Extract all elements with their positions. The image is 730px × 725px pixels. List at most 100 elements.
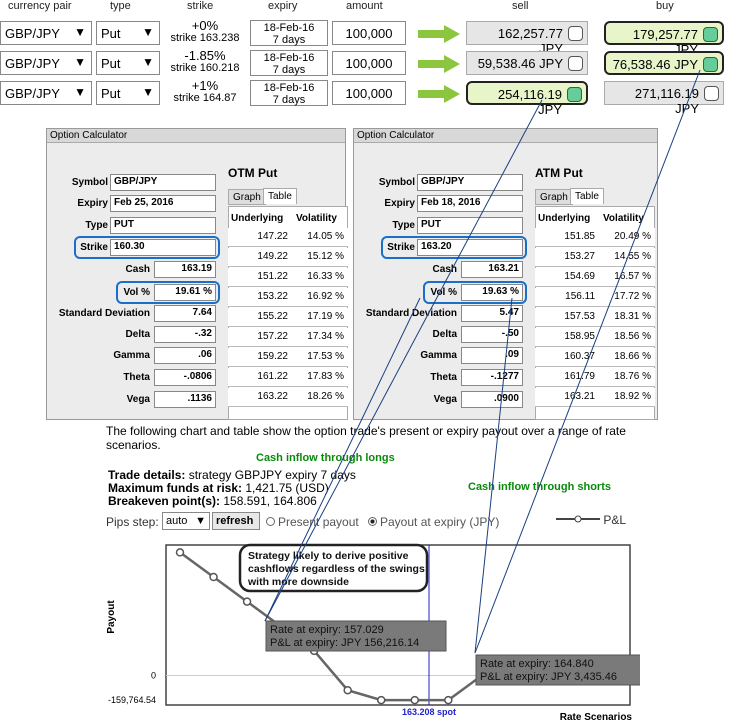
present-payout-radio[interactable]: Present payout [266,515,359,529]
amount-input[interactable]: 100,000 [332,21,406,45]
tab-graph[interactable]: Graph [228,189,266,205]
gamma-field[interactable]: .06 [154,347,216,364]
intro-text: The following chart and table show the o… [106,424,626,452]
col-currency-pair: currency pair [8,0,72,12]
sell-price[interactable]: 254,116.19 JPY [466,81,588,117]
gamma-field[interactable]: .09 [461,347,523,364]
sell-price[interactable]: 162,257.77 JPY [466,21,588,56]
cash-label: Cash [125,264,150,275]
buy-checkbox[interactable] [703,57,718,72]
annotation-text: with more downside [247,576,349,588]
buy-price[interactable]: 271,116.19 JPY [604,81,724,116]
vol-highlight [116,281,220,304]
table-row: 153.27 14.55 % [535,248,655,267]
spot-label: 163.208 spot [402,707,456,717]
delta-label: Delta [125,329,150,340]
col-amount: amount [346,0,383,12]
strike-highlight [381,236,527,259]
symbol-label: Symbol [378,177,415,188]
chevron-down-icon: ▼ [74,55,86,69]
table-row: 163.22 18.26 % [228,388,348,407]
data-point [343,685,352,695]
theta-field[interactable]: -.0806 [154,369,216,386]
tooltip-2-line2: P&L at expiry: JPY 3,435.46 [480,671,617,683]
chevron-down-icon: ▼ [74,25,86,39]
table-row: 161.22 17.83 % [228,368,348,387]
theta-field[interactable]: -.1277 [461,369,523,386]
expiry-field[interactable]: Feb 18, 2016 [417,195,523,212]
breakeven: Breakeven point(s): 158.591, 164.806 [108,494,317,508]
chevron-down-icon: ▼ [74,85,86,99]
data-point [209,572,218,582]
refresh-button[interactable]: refresh [212,512,260,530]
data-point [175,548,185,557]
delta-field[interactable]: -.50 [461,326,523,343]
buy-checkbox[interactable] [704,86,719,101]
type-select[interactable]: Put ▼ [96,21,160,45]
theta-label: Theta [430,372,457,383]
delta-field[interactable]: -.32 [154,326,216,343]
vega-field[interactable]: .1136 [154,391,216,408]
type-select[interactable]: Put ▼ [96,81,160,105]
col-expiry: expiry [268,0,298,12]
trade-row: GBP/JPY ▼ Put ▼ -1.85% strike 160.218 18-Fe… [0,47,730,77]
vega-field[interactable]: .0900 [461,391,523,408]
table-row: 158.95 18.56 % [535,328,655,347]
symbol-label: Symbol [71,177,108,188]
currency-pair-select[interactable]: GBP/JPY ▼ [0,81,92,105]
expiry-payout-radio[interactable]: Payout at expiry (JPY) [368,515,499,529]
chevron-down-icon: ▼ [142,25,154,39]
table-row: 159.22 17.53 % [228,348,348,367]
type-field[interactable]: PUT [417,217,523,234]
symbol-field[interactable]: GBP/JPY [417,174,523,191]
currency-pair-select[interactable]: GBP/JPY ▼ [0,21,92,45]
trade-row: GBP/JPY ▼ Put ▼ +1% strike 164.87 18-Feb-16… [0,77,730,117]
table-row: 157.53 18.31 % [535,308,655,327]
sell-checkbox[interactable] [568,56,583,71]
type-select[interactable]: Put ▼ [96,51,160,75]
pips-select[interactable]: auto ▼ [162,512,210,530]
expiry-field[interactable]: Feb 25, 2016 [110,195,216,212]
type-field[interactable]: PUT [110,217,216,234]
buy-price[interactable]: 179,257.77 JPY [604,21,724,57]
type-label: Type [392,220,415,231]
tab-table[interactable]: Table [570,188,604,204]
currency-pair-select[interactable]: GBP/JPY ▼ [0,51,92,75]
amount-input[interactable]: 100,000 [332,51,406,75]
theta-label: Theta [123,372,150,383]
data-point [242,597,252,606]
tab-graph[interactable]: Graph [535,189,573,205]
amount-input[interactable]: 100,000 [332,81,406,105]
sd-field[interactable]: 7.64 [154,305,216,322]
y-tick-label: -159,764.54 [108,695,156,705]
table-row: 156.11 17.72 % [535,288,655,307]
calc-heading: OTM Put [228,166,278,180]
col-volatility: Volatility [296,213,337,224]
cash-field[interactable]: 163.21 [461,261,523,278]
expiry-select[interactable]: 18-Feb-16 7 days [250,80,328,106]
gamma-label: Gamma [113,350,150,361]
sell-price[interactable]: 59,538.46 JPY [466,51,588,75]
max-funds: Maximum funds at risk: 1,421.75 (USD) [108,481,329,495]
expiry-select[interactable]: 18-Feb-16 7 days [250,20,328,46]
trade-row: GBP/JPY ▼ Put ▼ +0% strike 163.238 18-Feb-1… [0,17,730,57]
sd-field[interactable]: 5.47 [461,305,523,322]
arrow-right-icon [418,85,460,103]
table-row: 160.37 18.66 % [535,348,655,367]
expiry-select[interactable]: 18-Feb-16 7 days [250,50,328,76]
col-volatility: Volatility [603,213,644,224]
gamma-label: Gamma [420,350,457,361]
chevron-down-icon: ▼ [142,55,154,69]
strike-value: +1% strike 164.87 [173,78,237,104]
cash-field[interactable]: 163.19 [154,261,216,278]
tab-table[interactable]: Table [263,188,297,204]
buy-price[interactable]: 76,538.46 JPY [604,51,724,75]
y-axis-label: Payout [106,600,117,634]
buy-checkbox[interactable] [703,27,718,42]
sell-checkbox[interactable] [568,26,583,41]
table-row: 163.21 18.92 % [535,388,655,407]
annotation-text: Strategy likely to derive positive [248,550,409,562]
symbol-field[interactable]: GBP/JPY [110,174,216,191]
table-row: 149.22 15.12 % [228,248,348,267]
sell-checkbox[interactable] [567,87,582,102]
